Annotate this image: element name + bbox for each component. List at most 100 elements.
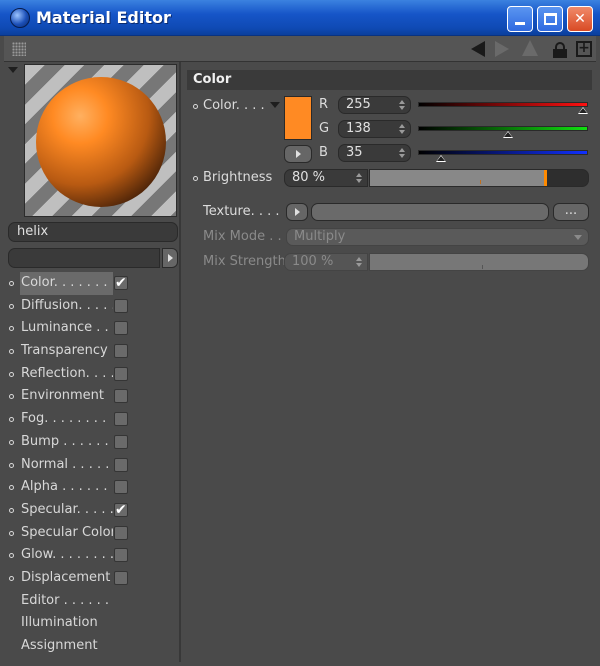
texture-browse-button[interactable]: ... — [553, 203, 589, 221]
color-swatch[interactable] — [284, 96, 312, 140]
channel-dot-icon — [9, 575, 14, 581]
channel-label: Normal . . . . . . — [21, 456, 113, 472]
texture-arrow-button[interactable] — [286, 203, 308, 221]
red-spinner-icon[interactable] — [399, 100, 405, 110]
channel-label: Specular Color — [21, 524, 113, 540]
red-label: R — [319, 97, 329, 112]
channel-label: Environment — [21, 388, 105, 404]
channel-label: Editor . . . . . . . — [21, 592, 113, 608]
lock-icon[interactable] — [553, 42, 567, 58]
brightness-spinner-icon[interactable] — [356, 173, 362, 183]
channel-dot-icon — [9, 394, 14, 400]
blue-spinner-icon[interactable] — [399, 148, 405, 158]
channel-checkbox[interactable] — [114, 548, 128, 563]
channel-item[interactable]: Transparency — [4, 340, 181, 363]
channel-checkbox[interactable] — [114, 525, 128, 540]
channel-dot-icon — [9, 371, 14, 377]
channel-label: Transparency — [21, 343, 108, 359]
channel-checkbox[interactable] — [114, 480, 128, 495]
channel-item[interactable]: Illumination — [4, 612, 181, 635]
channel-label: Alpha . . . . . . . — [21, 479, 113, 495]
channel-dot-icon — [9, 462, 14, 468]
mix-strength-spinner-icon[interactable] — [356, 257, 362, 267]
channel-checkbox[interactable] — [114, 434, 128, 449]
texture-field[interactable] — [311, 203, 549, 221]
channel-checkbox[interactable] — [114, 272, 128, 295]
channel-item[interactable]: Glow. . . . . . . . — [4, 544, 181, 567]
red-slider[interactable] — [418, 102, 588, 114]
channel-label: Glow. . . . . . . . — [21, 547, 113, 563]
back-arrow-icon[interactable] — [471, 41, 485, 57]
mix-mode-select[interactable]: Multiply — [286, 228, 589, 246]
color-mode-menu-icon[interactable] — [270, 102, 280, 108]
color-label: Color. . . . — [203, 98, 265, 113]
channel-checkbox[interactable] — [114, 570, 128, 585]
channel-item[interactable]: Environment — [4, 385, 181, 408]
channel-item[interactable]: Fog. . . . . . . . — [4, 408, 181, 431]
maximize-button[interactable] — [537, 6, 563, 32]
channel-item[interactable]: Displacement — [4, 567, 181, 590]
brightness-slider[interactable] — [369, 169, 589, 187]
red-value-field[interactable]: 255 — [338, 96, 411, 114]
brightness-fill — [370, 170, 546, 186]
channel-checkbox[interactable] — [114, 344, 128, 359]
color-anim-dot[interactable] — [193, 104, 198, 109]
channel-item[interactable]: Bump . . . . . . . — [4, 431, 181, 454]
mix-strength-slider[interactable] — [369, 253, 589, 271]
channel-dot-icon — [9, 349, 14, 355]
channel-item[interactable]: Normal . . . . . . — [4, 454, 181, 477]
up-arrow-icon[interactable] — [522, 40, 538, 56]
channel-item[interactable]: Assignment — [4, 635, 181, 658]
forward-arrow-icon[interactable] — [495, 41, 509, 57]
green-slider[interactable] — [418, 126, 588, 138]
channel-item[interactable]: Editor . . . . . . . — [4, 590, 181, 613]
close-button[interactable]: ✕ — [567, 6, 593, 32]
channel-checkbox[interactable] — [114, 389, 128, 404]
channel-item[interactable]: Color. . . . . . . — [4, 272, 181, 295]
minimize-button[interactable] — [507, 6, 533, 32]
material-sub-field[interactable] — [8, 248, 160, 268]
brightness-value-field[interactable]: 80 % — [284, 169, 368, 187]
preview-menu-icon[interactable] — [8, 67, 18, 73]
channel-dot-icon — [9, 326, 14, 332]
channel-label: Reflection. . . . — [21, 365, 113, 381]
mix-strength-value-field[interactable]: 100 % — [284, 253, 368, 271]
material-preview[interactable] — [24, 64, 177, 217]
channel-item[interactable]: Reflection. . . . — [4, 363, 181, 386]
red-slider-thumb[interactable] — [578, 107, 588, 114]
blue-value-field[interactable]: 35 — [338, 144, 411, 162]
channel-label: Displacement — [21, 569, 111, 585]
section-header: Color — [187, 70, 592, 90]
sub-field-arrow-button[interactable] — [162, 248, 178, 268]
channel-label: Bump . . . . . . . — [21, 433, 113, 449]
window-title: Material Editor — [36, 8, 171, 27]
brightness-marker[interactable] — [544, 170, 547, 186]
color-picker-button[interactable] — [284, 145, 312, 163]
channel-item[interactable]: Luminance . . . — [4, 317, 181, 340]
channel-checkbox[interactable] — [114, 499, 128, 522]
channel-item[interactable]: Specular. . . . . — [4, 499, 181, 522]
blue-slider-thumb[interactable] — [436, 155, 447, 162]
blue-slider[interactable] — [418, 150, 588, 162]
brightness-label: Brightness — [203, 170, 273, 185]
channel-checkbox[interactable] — [114, 298, 128, 313]
green-label: G — [319, 121, 330, 136]
material-name-field[interactable]: helix — [8, 222, 178, 242]
maximize-icon — [543, 13, 557, 25]
grip-icon[interactable] — [12, 42, 26, 56]
channel-item[interactable]: Alpha . . . . . . . — [4, 476, 181, 499]
channel-label: Fog. . . . . . . . — [21, 411, 107, 427]
channel-checkbox[interactable] — [114, 412, 128, 427]
green-slider-thumb[interactable] — [502, 131, 513, 138]
texture-label: Texture. . . . — [203, 204, 280, 219]
channel-checkbox[interactable] — [114, 366, 128, 381]
channel-checkbox[interactable] — [114, 457, 128, 472]
new-window-icon[interactable]: + — [576, 41, 592, 57]
brightness-anim-dot[interactable] — [193, 176, 198, 181]
channel-dot-icon — [9, 303, 14, 309]
channel-item[interactable]: Specular Color — [4, 522, 181, 545]
green-value-field[interactable]: 138 — [338, 120, 411, 138]
green-spinner-icon[interactable] — [399, 124, 405, 134]
channel-checkbox[interactable] — [114, 321, 128, 336]
channel-item[interactable]: Diffusion. . . . . — [4, 295, 181, 318]
